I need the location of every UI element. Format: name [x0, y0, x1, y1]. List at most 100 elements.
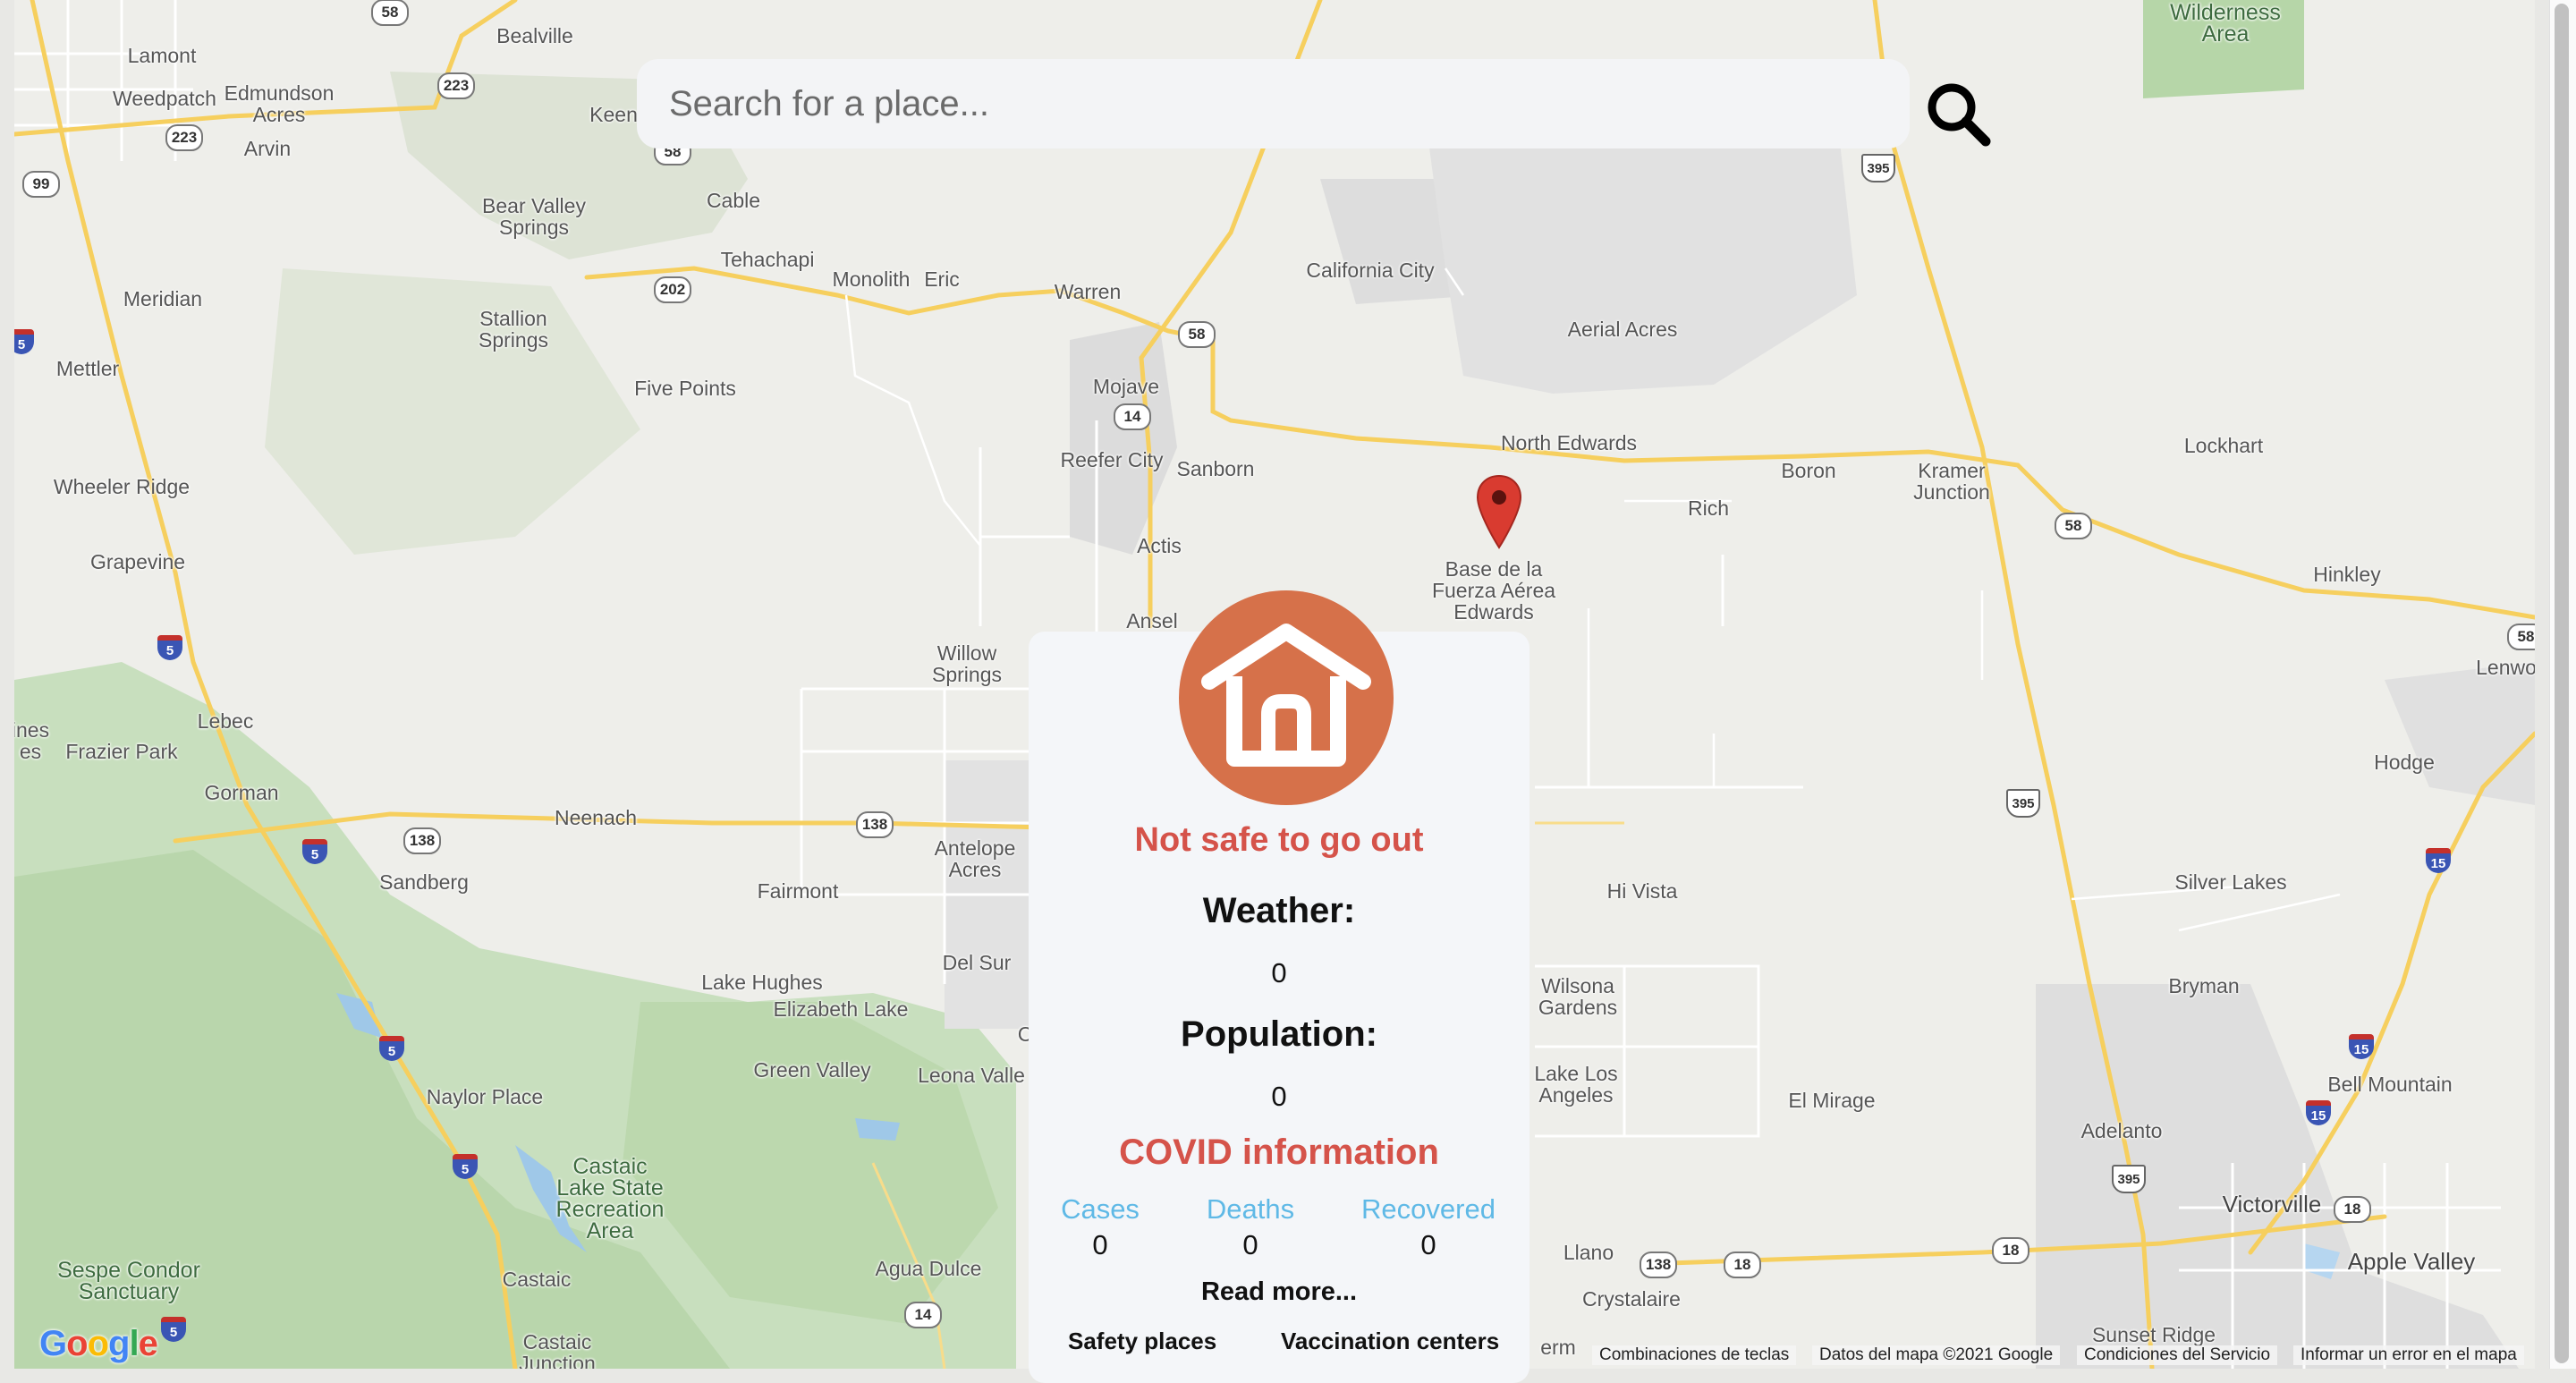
- route-shield: 14: [1114, 403, 1151, 430]
- route-shield: 138: [403, 827, 441, 854]
- population-value: 0: [1271, 1081, 1287, 1112]
- route-shield: 395: [2112, 1165, 2146, 1193]
- place-label: Meridian: [123, 287, 203, 310]
- place-label: Castaic Junction: [519, 1330, 596, 1369]
- map-marker-icon[interactable]: [1476, 474, 1522, 549]
- place-label: erm: [1540, 1336, 1576, 1359]
- place-label: Victorville: [2222, 1191, 2322, 1218]
- place-label: Wilsona Gardens: [1538, 974, 1618, 1019]
- place-label: Neenach: [554, 806, 638, 829]
- terms-of-service-link[interactable]: Condiciones del Servicio: [2077, 1345, 2278, 1365]
- place-label: Eric: [924, 267, 960, 291]
- place-label: Leona Valle: [918, 1064, 1025, 1087]
- place-label: Lake Los Angeles: [1534, 1062, 1618, 1107]
- route-shield: 15: [2349, 1034, 2374, 1059]
- route-shield: 5: [379, 1036, 404, 1061]
- place-label: Weedpatch: [113, 87, 216, 110]
- vaccination-centers-link[interactable]: Vaccination centers: [1281, 1328, 1499, 1355]
- place-label: Wheeler Ridge: [53, 475, 191, 498]
- route-shield: 138: [1640, 1251, 1677, 1278]
- park-label: Sespe Condor Sanctuary: [57, 1258, 200, 1304]
- route-shield: 58: [2055, 513, 2092, 539]
- route-shield: 223: [437, 72, 475, 99]
- place-label: Lockhart: [2183, 434, 2264, 457]
- place-label: Agua Dulce: [875, 1257, 982, 1280]
- route-shield: 18: [2334, 1196, 2371, 1223]
- place-label: Lenwo: [2476, 656, 2535, 679]
- place-label: Hinkley: [2313, 563, 2381, 586]
- place-label: Stallion Springs: [479, 307, 548, 352]
- place-label: Grapevine: [89, 550, 186, 573]
- place-label: Lake Hughes: [701, 971, 823, 994]
- route-shield: 58: [1178, 321, 1216, 348]
- place-label: Arvin: [243, 137, 292, 160]
- deaths-label: Deaths: [1206, 1193, 1295, 1225]
- place-label: Lebec: [197, 709, 254, 733]
- place-label: Sandberg: [379, 870, 469, 894]
- place-label: Bealville: [496, 24, 573, 47]
- place-label: Antelope Acres: [934, 836, 1016, 881]
- route-shield: 58: [371, 0, 409, 26]
- place-label: Llano: [1563, 1241, 1614, 1264]
- read-more-link[interactable]: Read more...: [1029, 1277, 1530, 1307]
- route-shield: 99: [22, 171, 60, 198]
- place-label: Apple Valley: [2347, 1248, 2476, 1275]
- scrollbar-thumb[interactable]: [2555, 4, 2569, 1363]
- route-shield: 202: [654, 276, 691, 303]
- place-label: Sunset Ridge: [2091, 1323, 2216, 1346]
- route-shield: 18: [1992, 1237, 2029, 1264]
- weather-label: Weather:: [1202, 891, 1356, 930]
- place-label: Adelanto: [2080, 1119, 2163, 1142]
- place-label: North Edwards: [1500, 431, 1638, 454]
- park-label: Wilderness Area: [2170, 0, 2281, 47]
- route-shield: 5: [157, 635, 182, 660]
- place-label: Edmundson Acres: [224, 81, 335, 126]
- search-icon[interactable]: [1923, 79, 1995, 150]
- deaths-value: 0: [1242, 1229, 1258, 1260]
- park-label: Castaic Lake State Recreation Area: [555, 1154, 665, 1243]
- keyboard-shortcuts-link[interactable]: Combinaciones de teclas: [1592, 1345, 1797, 1365]
- place-label: Bell Mountain: [2327, 1073, 2453, 1096]
- place-label: Naylor Place: [426, 1085, 544, 1108]
- search-input[interactable]: [637, 59, 1910, 148]
- route-shield: 138: [856, 811, 894, 838]
- route-shield: 395: [1861, 154, 1895, 182]
- place-label: Silver Lakes: [2174, 870, 2287, 894]
- route-shield: 14: [904, 1302, 942, 1328]
- place-label: Reefer City: [1060, 448, 1164, 471]
- place-label: Bear Valley Springs: [482, 194, 586, 239]
- map-data-attribution: Datos del mapa ©2021 Google: [1812, 1345, 2061, 1365]
- route-shield: 5: [453, 1154, 478, 1179]
- place-label: Elizabeth Lake: [773, 997, 909, 1021]
- safety-status: Not safe to go out: [1134, 821, 1424, 859]
- route-shield: 15: [2306, 1100, 2331, 1125]
- place-label: Gorman: [204, 781, 279, 804]
- route-shield: 5: [161, 1317, 186, 1342]
- search-bar: [637, 59, 1910, 148]
- route-shield: 395: [2006, 789, 2040, 818]
- place-label: Monolith: [832, 267, 911, 291]
- place-label: Mojave: [1092, 375, 1160, 398]
- place-label: Frazier Park: [65, 740, 178, 763]
- place-label: Green Valley: [753, 1058, 871, 1082]
- route-shield: 58: [2507, 624, 2535, 650]
- route-shield: 15: [2426, 848, 2451, 873]
- safety-places-link[interactable]: Safety places: [1068, 1328, 1216, 1355]
- place-label: California City: [1306, 259, 1435, 282]
- place-label: Hodge: [2374, 751, 2435, 774]
- place-label: Warren: [1054, 280, 1122, 303]
- place-label: Crystalaire: [1582, 1287, 1681, 1311]
- route-shield: 5: [302, 839, 327, 864]
- google-logo[interactable]: Google: [39, 1324, 158, 1364]
- place-label: Cable: [706, 189, 761, 212]
- place-label: Sanborn: [1176, 457, 1255, 480]
- place-label: Kramer Junction: [1913, 459, 1990, 504]
- place-label: Base de la Fuerza Aérea Edwards: [1431, 557, 1556, 624]
- place-label: El Mirage: [1788, 1089, 1876, 1112]
- place-label: Fairmont: [757, 879, 839, 903]
- recovered-value: 0: [1420, 1229, 1436, 1260]
- report-map-error-link[interactable]: Informar un error en el mapa: [2293, 1345, 2524, 1365]
- place-label: Aerial Acres: [1567, 318, 1678, 341]
- place-label: Keen: [589, 103, 638, 126]
- place-label: Rich: [1687, 496, 1730, 520]
